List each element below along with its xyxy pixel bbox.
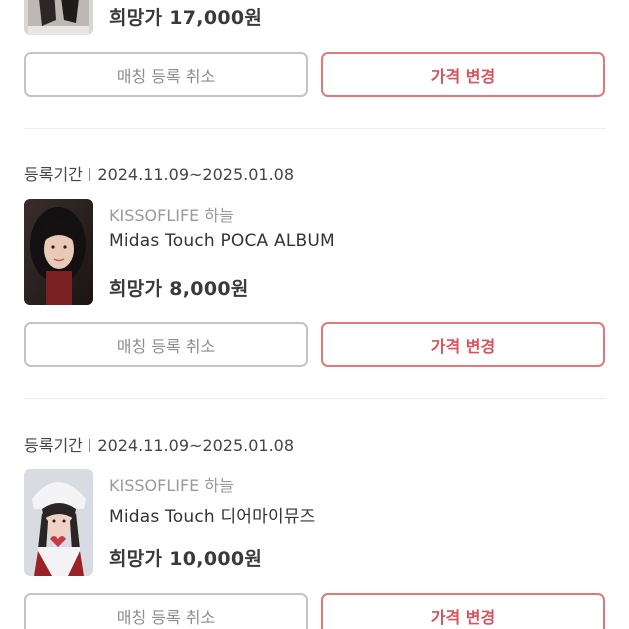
listing-page: 희망가 17,000원 매칭 등록 취소 가격 변경 등록기간 2024.11.0…	[0, 0, 629, 629]
desired-price: 희망가 10,000원	[109, 548, 263, 570]
period-value: 2024.11.09~2025.01.08	[97, 436, 295, 455]
change-price-button[interactable]: 가격 변경	[321, 322, 605, 367]
divider	[24, 128, 606, 129]
product-thumbnail[interactable]	[24, 469, 93, 576]
product-thumbnail[interactable]	[24, 199, 93, 305]
registration-period: 등록기간 2024.11.09~2025.01.08	[24, 432, 294, 456]
cancel-matching-button[interactable]: 매칭 등록 취소	[24, 52, 308, 97]
period-label: 등록기간	[24, 436, 83, 455]
artist-name: KISSOFLIFE 하늘	[109, 206, 234, 225]
period-value: 2024.11.09~2025.01.08	[97, 165, 295, 184]
divider	[24, 398, 606, 399]
period-label: 등록기간	[24, 165, 83, 184]
artist-name: KISSOFLIFE 하늘	[109, 476, 234, 495]
product-thumbnail[interactable]	[24, 0, 93, 35]
change-price-button[interactable]: 가격 변경	[321, 593, 605, 629]
registration-period: 등록기간 2024.11.09~2025.01.08	[24, 161, 294, 185]
product-title[interactable]: Midas Touch POCA ALBUM	[109, 231, 335, 251]
change-price-button[interactable]: 가격 변경	[321, 52, 605, 97]
separator	[88, 439, 91, 452]
separator	[88, 168, 91, 181]
desired-price: 희망가 17,000원	[109, 7, 263, 29]
product-title[interactable]: Midas Touch 디어마이뮤즈	[109, 502, 316, 527]
desired-price: 희망가 8,000원	[109, 278, 249, 300]
cancel-matching-button[interactable]: 매칭 등록 취소	[24, 322, 308, 367]
cancel-matching-button[interactable]: 매칭 등록 취소	[24, 593, 308, 629]
